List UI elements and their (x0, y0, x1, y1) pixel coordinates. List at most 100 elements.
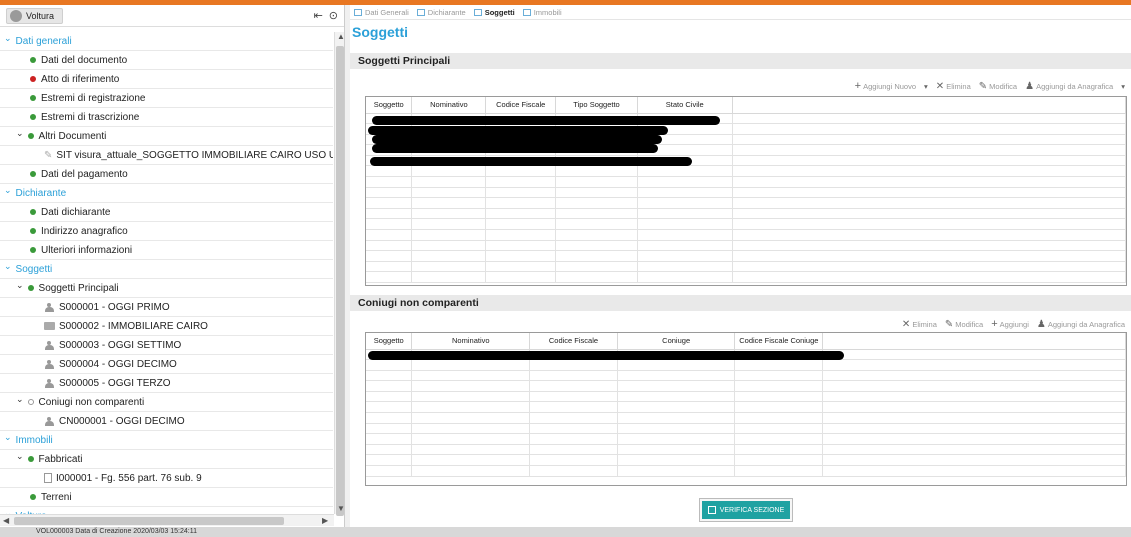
table-cell[interactable] (732, 208, 1126, 220)
table-cell[interactable] (822, 433, 1126, 445)
table-cell[interactable] (366, 176, 413, 188)
table-cell[interactable] (411, 187, 487, 199)
tree-item[interactable]: Dati del documento (0, 51, 333, 70)
table-cell[interactable] (732, 144, 1126, 156)
table-cell[interactable] (366, 240, 413, 252)
tree-item[interactable]: CN000001 - OGGI DECIMO (0, 412, 333, 431)
tab-dichiarante[interactable]: Dichiarante (416, 8, 466, 17)
table-cell[interactable] (822, 412, 1126, 424)
table-cell[interactable] (555, 176, 638, 188)
table-cell[interactable] (366, 401, 413, 414)
scroll-right-icon[interactable]: ▶ (322, 516, 328, 525)
chevron-down-icon[interactable]: ⌄ (4, 185, 12, 196)
table-cell[interactable] (734, 401, 824, 414)
table-cell[interactable] (555, 240, 638, 252)
table-row[interactable] (366, 423, 1126, 435)
table-cell[interactable] (617, 370, 736, 382)
table-cell[interactable] (366, 271, 413, 283)
table-cell[interactable] (732, 261, 1126, 273)
table-cell[interactable] (617, 433, 736, 445)
tree-section[interactable]: ⌄Voltura (0, 507, 333, 515)
table-cell[interactable] (411, 454, 531, 467)
tree-item[interactable]: S000002 - IMMOBILIARE CAIRO (0, 317, 333, 336)
tree-section[interactable]: ⌄ Soggetti (0, 260, 333, 279)
table-row[interactable] (366, 218, 1126, 231)
table-cell[interactable] (637, 187, 733, 199)
tree-item[interactable]: Indirizzo anagrafico (0, 222, 333, 241)
table-row[interactable] (366, 433, 1126, 445)
column-header[interactable]: Stato Civile (637, 97, 733, 114)
table-cell[interactable] (485, 176, 557, 188)
scroll-down-icon[interactable]: ▼ (337, 504, 345, 513)
chevron-down-icon[interactable]: ⌄ (4, 432, 12, 443)
table-cell[interactable] (822, 370, 1126, 382)
table-cell[interactable] (637, 197, 733, 209)
table-cell[interactable] (734, 412, 824, 424)
tree-vertical-scrollbar[interactable]: ▲ ▼ (334, 32, 345, 516)
table-cell[interactable] (411, 176, 487, 188)
table-cell[interactable] (366, 218, 413, 231)
table-cell[interactable] (732, 229, 1126, 241)
tree-item[interactable]: Terreni (0, 488, 333, 507)
scroll-left-icon[interactable]: ◀ (3, 516, 9, 525)
table-row[interactable] (366, 271, 1126, 283)
table-cell[interactable] (366, 391, 413, 403)
column-header[interactable]: Codice Fiscale (485, 97, 557, 114)
table-cell[interactable] (366, 187, 413, 199)
vertical-scroll-thumb[interactable] (336, 46, 344, 516)
tab-immobili[interactable]: Immobili (522, 8, 562, 17)
table-cell[interactable] (555, 229, 638, 241)
table-cell[interactable] (411, 423, 531, 435)
aggiungi-button[interactable]: + Aggiungi (991, 318, 1029, 330)
table-cell[interactable] (529, 433, 618, 445)
table-row[interactable] (366, 197, 1126, 209)
table-row[interactable] (366, 229, 1126, 241)
table-cell[interactable] (366, 465, 413, 477)
table-cell[interactable] (529, 370, 618, 382)
table-cell[interactable] (411, 229, 487, 241)
table-cell[interactable] (822, 349, 1126, 361)
dropdown-icon[interactable]: ▾ (1121, 82, 1125, 91)
tree-item[interactable]: I000001 - Fg. 556 part. 76 sub. 9 (0, 469, 333, 488)
table-cell[interactable] (485, 271, 557, 283)
table-cell[interactable] (411, 433, 531, 445)
table-cell[interactable] (617, 444, 736, 456)
table-cell[interactable] (822, 444, 1126, 456)
table-cell[interactable] (732, 134, 1126, 146)
table-cell[interactable] (822, 454, 1126, 467)
modifica-button[interactable]: ✎ Modifica (945, 319, 983, 330)
table-cell[interactable] (734, 444, 824, 456)
tree-horizontal-scrollbar[interactable]: ◀ ▶ (0, 514, 334, 526)
table-cell[interactable] (366, 165, 413, 178)
table-cell[interactable] (411, 240, 487, 252)
column-header[interactable] (822, 333, 1126, 350)
table-cell[interactable] (366, 197, 413, 209)
table-cell[interactable] (529, 423, 618, 435)
verifica-sezione-button[interactable]: VERIFICA SEZIONE (702, 501, 790, 519)
horizontal-scroll-thumb[interactable] (14, 517, 284, 525)
table-cell[interactable] (366, 370, 413, 382)
table-cell[interactable] (411, 444, 531, 456)
tree-item[interactable]: ⌄ Coniugi non comparenti (0, 393, 333, 412)
table-cell[interactable] (734, 359, 824, 371)
table-cell[interactable] (617, 423, 736, 435)
aggiungi-nuovo-button[interactable]: + Aggiungi Nuovo (855, 80, 916, 92)
table-cell[interactable] (485, 218, 557, 231)
table-cell[interactable] (366, 261, 413, 273)
table-cell[interactable] (637, 208, 733, 220)
table-cell[interactable] (411, 380, 531, 392)
aggiungi-da-anagrafica-button[interactable]: ♟ Aggiungi da Anagrafica (1025, 81, 1113, 92)
table-cell[interactable] (555, 250, 638, 262)
table-cell[interactable] (529, 401, 618, 414)
table-cell[interactable] (411, 412, 531, 424)
table-cell[interactable] (617, 391, 736, 403)
table-cell[interactable] (529, 465, 618, 477)
column-header[interactable]: Coniuge (617, 333, 736, 350)
table-cell[interactable] (617, 412, 736, 424)
table-cell[interactable] (366, 423, 413, 435)
table-cell[interactable] (411, 359, 531, 371)
table-cell[interactable] (822, 401, 1126, 414)
table-cell[interactable] (734, 465, 824, 477)
table-cell[interactable] (366, 380, 413, 392)
tree-item[interactable]: S000001 - OGGI PRIMO (0, 298, 333, 317)
